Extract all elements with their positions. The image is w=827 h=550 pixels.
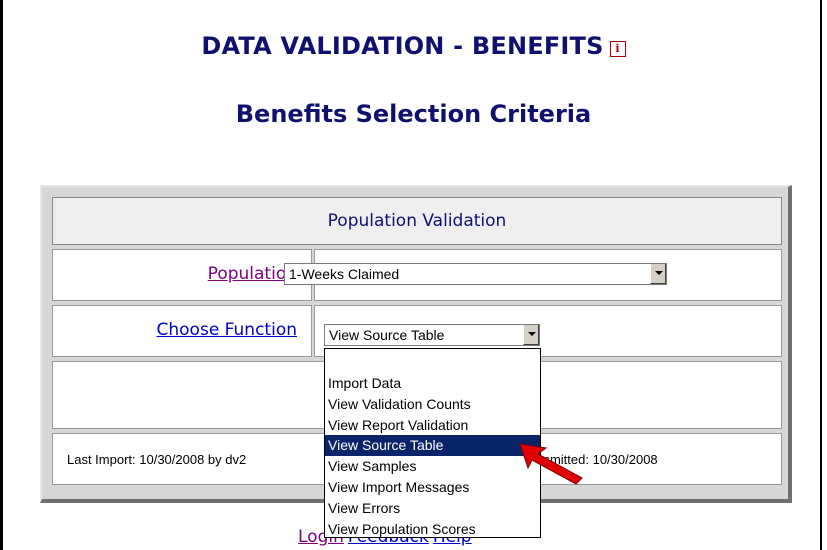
population-select[interactable]: 1-Weeks Claimed bbox=[284, 263, 667, 285]
page-title-text: DATA VALIDATION - BENEFITS bbox=[201, 32, 604, 60]
population-label-cell: Population bbox=[52, 249, 312, 301]
window-border-left bbox=[0, 0, 3, 550]
red-arrow-icon bbox=[519, 443, 583, 485]
function-select[interactable]: View Source Table bbox=[324, 324, 540, 346]
dropdown-option[interactable]: View Samples bbox=[325, 456, 540, 477]
dropdown-option[interactable]: View Errors bbox=[325, 498, 540, 519]
page-subtitle: Benefits Selection Criteria bbox=[235, 100, 592, 128]
function-select-value: View Source Table bbox=[329, 327, 445, 343]
dropdown-option[interactable]: Import Data bbox=[325, 373, 540, 394]
choose-function-link[interactable]: Choose Function bbox=[157, 320, 297, 340]
window-border-right bbox=[820, 0, 822, 550]
population-select-value: 1-Weeks Claimed bbox=[289, 266, 400, 282]
function-dropdown-list[interactable]: Import Data View Validation Counts View … bbox=[324, 348, 541, 538]
dropdown-option[interactable]: View Report Validation bbox=[325, 415, 540, 436]
page-title: DATA VALIDATION - BENEFITS i bbox=[0, 32, 827, 60]
dropdown-option[interactable]: View Population Scores bbox=[325, 519, 540, 540]
dropdown-option[interactable]: View Import Messages bbox=[325, 477, 540, 498]
function-label-cell: Choose Function bbox=[52, 305, 312, 357]
chevron-down-icon[interactable] bbox=[523, 325, 539, 345]
dropdown-blank-option[interactable] bbox=[325, 349, 540, 373]
dropdown-option-selected[interactable]: View Source Table bbox=[325, 435, 540, 457]
last-import-text: Last Import: 10/30/2008 by dv2 bbox=[67, 452, 247, 467]
panel-heading: Population Validation bbox=[52, 197, 782, 245]
dropdown-option[interactable]: View Validation Counts bbox=[325, 394, 540, 415]
info-icon[interactable]: i bbox=[609, 41, 626, 57]
chevron-down-icon[interactable] bbox=[650, 264, 666, 284]
